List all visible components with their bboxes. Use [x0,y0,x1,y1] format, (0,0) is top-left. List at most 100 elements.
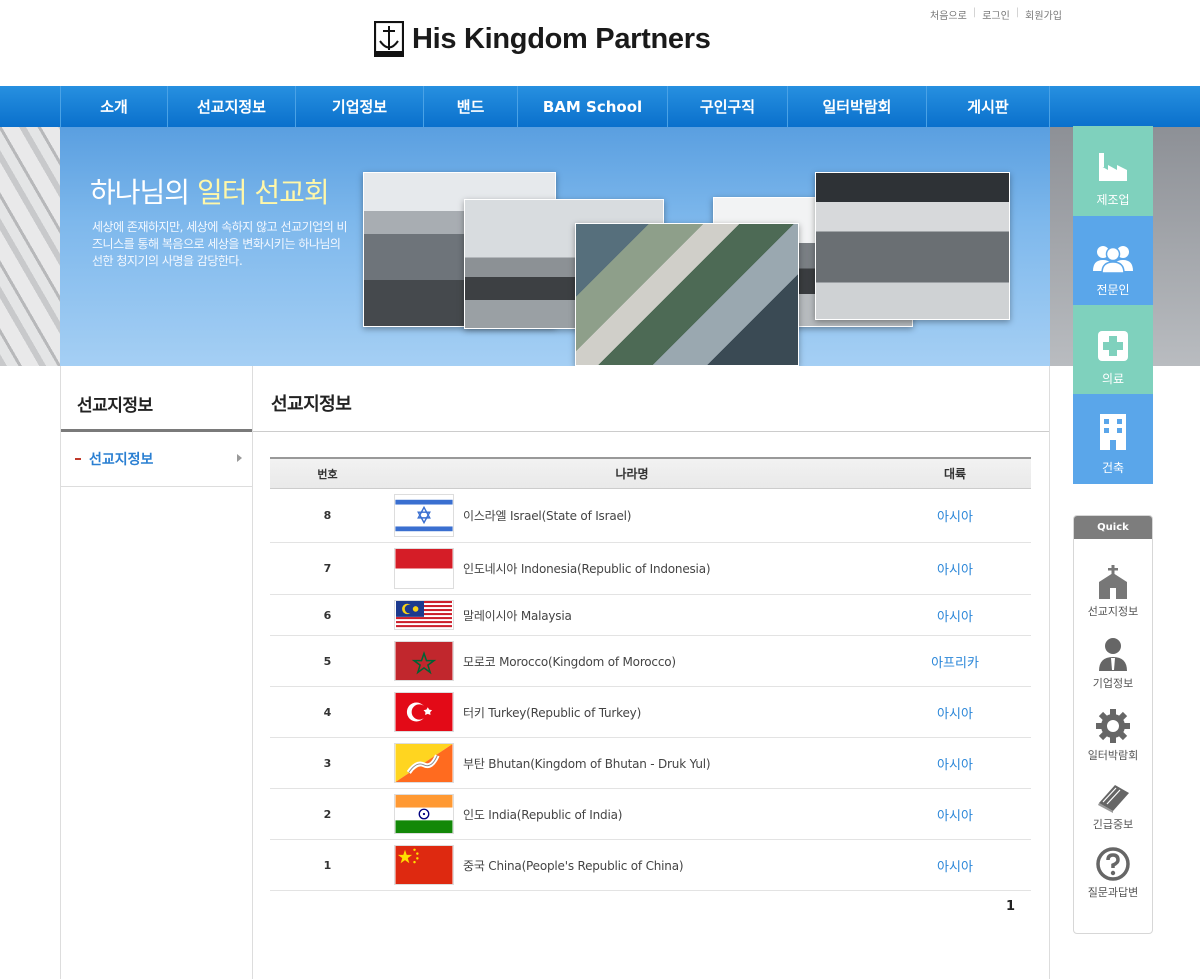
nav-item-company-info[interactable]: 기업정보 [296,86,424,127]
row-number: 8 [323,509,332,522]
country-name-link[interactable]: 중국 China(People's Republic of China) [463,857,684,874]
country-name-link[interactable]: 모로코 Morocco(Kingdom of Morocco) [463,653,676,670]
country-name-link[interactable]: 인도네시아 Indonesia(Republic of Indonesia) [463,560,711,577]
flag-indonesia-icon [394,548,454,589]
row-number: 2 [323,807,332,821]
quick-item-label: 질문과답변 [1087,886,1139,899]
pagination: 1 [1006,899,1015,914]
nav-item-band[interactable]: 밴드 [424,86,518,127]
util-separator: | [972,7,977,18]
util-separator: | [1015,7,1020,18]
column-header-number: 번호 [317,467,338,481]
nav-item-mission-info[interactable]: 선교지정보 [168,86,296,127]
category-professional[interactable]: 전문인 [1073,216,1153,306]
util-link-home[interactable]: 처음으로 [930,7,967,22]
logo-mark-icon [374,21,404,57]
util-link-join[interactable]: 회원가입 [1025,7,1062,22]
continent-link[interactable]: 아시아 [937,610,973,625]
banner-title-highlight: 일터 선교회 [196,176,330,209]
nav-item-fair[interactable]: 일터박람회 [788,86,927,127]
table-row[interactable]: 3 부탄 Bhutan(Kingdom of Bhutan - Druk Yul… [270,738,1031,789]
country-name-link[interactable]: 이스라엘 Israel(State of Israel) [463,507,631,524]
building-icon [1100,414,1126,450]
nav-item-bam-school[interactable]: BAM School [518,86,668,127]
quick-menu: Quick 선교지정보 기업정보 일터박람회 긴급중보 질문과답변 [1073,515,1153,934]
quick-item-fair[interactable]: 일터박람회 [1074,708,1152,763]
nav-item-jobs[interactable]: 구인구직 [668,86,788,127]
sub-navigation: 선교지정보 선교지정보 [60,366,253,979]
table-row[interactable]: 2 인도 India(Republic of India) 아시아 [270,789,1031,840]
quick-item-mission-info[interactable]: 선교지정보 [1074,564,1152,619]
country-name-link[interactable]: 터키 Turkey(Republic of Turkey) [463,704,641,721]
country-name-link[interactable]: 인도 India(Republic of India) [463,806,622,823]
page: His Kingdom Partners 처음으로 | 로그인 | 회원가입 소… [0,0,1200,979]
continent-link[interactable]: 아프리카 [931,656,979,671]
flag-israel-icon [394,494,454,537]
banner-photo-aerial [575,223,799,366]
continent-link[interactable]: 아시아 [937,563,973,578]
utility-links: 처음으로 | 로그인 | 회원가입 [930,7,1062,22]
main-content: 선교지정보 번호 나라명 대륙 8 이스라엘 Israel(State of I [253,366,1050,979]
column-header-country: 나라명 [615,467,649,481]
country-table: 번호 나라명 대륙 8 이스라엘 Israel(State of Israel)… [270,457,1031,891]
banner-main: 하나님의 일터 선교회 세상에 존재하지만, 세상에 속하지 않고 선교기업의 … [60,127,1050,366]
header: His Kingdom Partners 처음으로 | 로그인 | 회원가입 [0,0,1200,86]
quick-item-qna[interactable]: 질문과답변 [1074,847,1152,900]
main-nav: 소개 선교지정보 기업정보 밴드 BAM School 구인구직 일터박람회 게… [0,86,1200,127]
table-row[interactable]: 4 터키 Turkey(Republic of Turkey) 아시아 [270,687,1031,738]
table-row[interactable]: 6 말레이시아 Malaysia 아시아 [270,595,1031,636]
flag-bhutan-icon [394,743,454,783]
factory-icon [1099,153,1127,181]
category-construction[interactable]: 건축 [1073,394,1153,484]
hero-banner: 하나님의 일터 선교회 세상에 존재하지만, 세상에 속하지 않고 선교기업의 … [0,127,1200,366]
banner-description: 세상에 존재하지만, 세상에 속하지 않고 선교기업의 비즈니스를 통해 복음으… [92,220,348,268]
category-manufacturing[interactable]: 제조업 [1073,126,1153,216]
banner-title: 하나님의 일터 선교회 [90,171,330,211]
country-name-link[interactable]: 부탄 Bhutan(Kingdom of Bhutan - Druk Yul) [463,755,711,772]
table-row[interactable]: 8 이스라엘 Israel(State of Israel) 아시아 [270,489,1031,543]
active-marker [75,458,81,460]
column-header-continent: 대륙 [943,467,967,481]
continent-link[interactable]: 아시아 [937,510,973,525]
site-logo[interactable]: His Kingdom Partners [374,20,711,58]
quick-item-urgent-prayer[interactable]: 긴급중보 [1074,781,1152,832]
page-number-1[interactable]: 1 [1006,899,1015,914]
banner-photo-factory [815,172,1010,320]
continent-link[interactable]: 아시아 [937,707,973,722]
sub-nav-title: 선교지정보 [61,366,252,432]
quick-item-label: 선교지정보 [1087,605,1139,618]
sub-nav-item-mission-info[interactable]: 선교지정보 [61,432,252,487]
nav-item-intro[interactable]: 소개 [61,86,168,127]
util-link-login[interactable]: 로그인 [982,7,1010,22]
quick-item-company-info[interactable]: 기업정보 [1074,636,1152,691]
table-row[interactable]: 1 중국 China(People's Republic of China) 아… [270,840,1031,891]
table-row[interactable]: 5 모로코 Morocco(Kingdom of Morocco) 아프리카 [270,636,1031,687]
continent-link[interactable]: 아시아 [937,860,973,875]
country-name-link[interactable]: 말레이시아 Malaysia [463,607,572,624]
continent-link[interactable]: 아시아 [937,758,973,773]
quick-item-label: 기업정보 [1092,677,1134,690]
flag-china-icon [394,845,454,885]
continent-link[interactable]: 아시아 [937,809,973,824]
row-number: 6 [323,608,332,622]
medical-cross-icon [1098,331,1128,361]
category-label: 의료 [1101,372,1125,386]
table-row[interactable]: 7 인도네시아 Indonesia(Republic of Indonesia)… [270,543,1031,595]
table-header: 번호 나라명 대륙 [270,457,1031,489]
chevron-right-icon [237,454,242,462]
row-number: 3 [323,756,332,770]
question-icon [1096,847,1130,881]
church-icon [1099,565,1127,599]
category-label: 전문인 [1096,283,1130,297]
category-medical[interactable]: 의료 [1073,305,1153,395]
flag-malaysia-icon [394,600,454,630]
row-number: 1 [323,858,332,872]
row-number: 5 [323,654,332,668]
category-label: 건축 [1101,461,1125,475]
flag-turkey-icon [394,692,454,732]
flag-morocco-icon [394,641,454,681]
gear-icon [1096,709,1130,743]
nav-item-board[interactable]: 게시판 [927,86,1050,127]
row-number: 7 [323,562,332,575]
people-icon [1093,246,1133,273]
